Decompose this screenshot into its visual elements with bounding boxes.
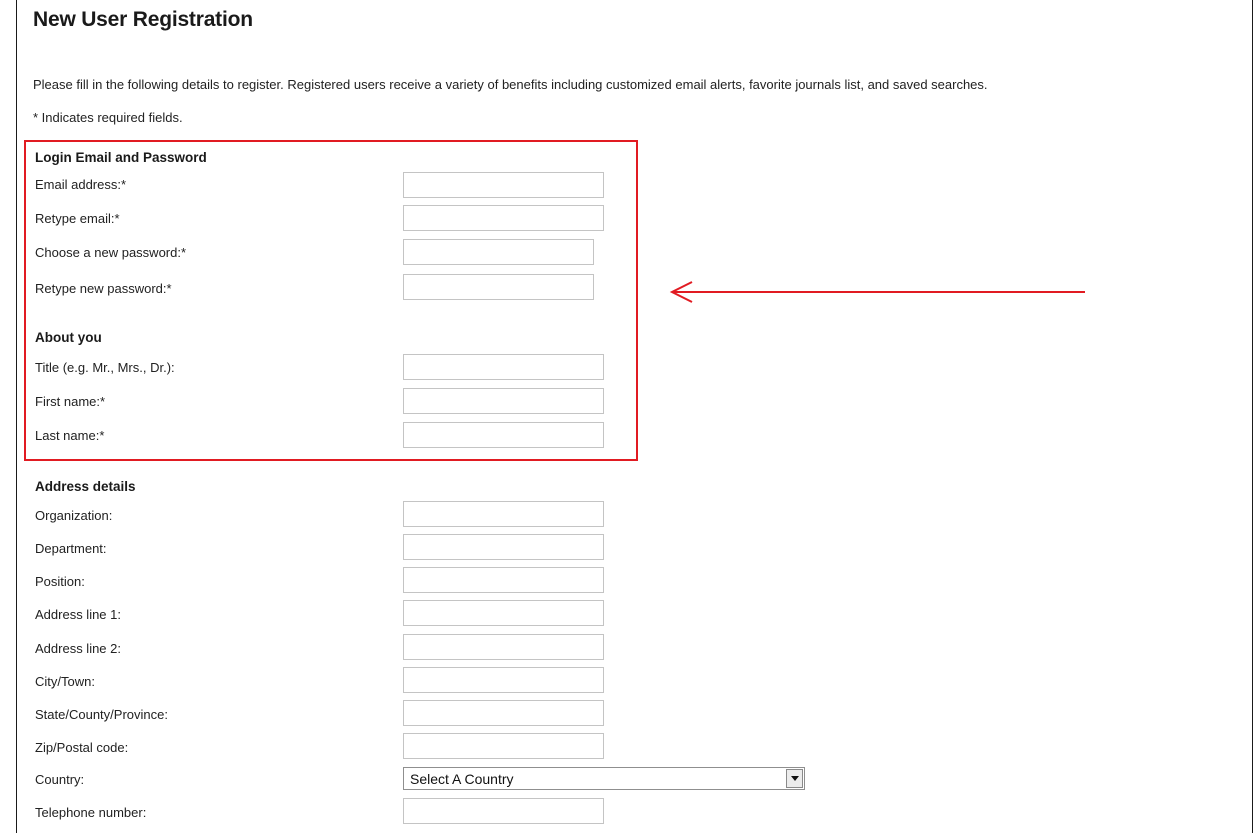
address-line-2-field[interactable] bbox=[403, 634, 604, 660]
zip-field[interactable] bbox=[403, 733, 604, 759]
zip-label: Zip/Postal code: bbox=[35, 740, 129, 755]
organization-field[interactable] bbox=[403, 501, 604, 527]
left-arrow-icon bbox=[669, 281, 1085, 303]
page-title: New User Registration bbox=[33, 8, 253, 31]
intro-text: Please fill in the following details to … bbox=[33, 77, 988, 92]
chevron-down-icon bbox=[790, 776, 799, 781]
state-field[interactable] bbox=[403, 700, 604, 726]
dropdown-button[interactable] bbox=[786, 769, 803, 788]
country-select[interactable]: Select A Country bbox=[403, 767, 805, 790]
state-label: State/County/Province: bbox=[35, 707, 168, 722]
country-selected-value: Select A Country bbox=[410, 771, 514, 787]
telephone-field[interactable] bbox=[403, 798, 604, 824]
position-label: Position: bbox=[35, 574, 85, 589]
country-label: Country: bbox=[35, 772, 85, 787]
organization-label: Organization: bbox=[35, 508, 113, 523]
department-label: Department: bbox=[35, 541, 107, 556]
address-line-1-field[interactable] bbox=[403, 600, 604, 626]
required-note: * Indicates required fields. bbox=[33, 110, 183, 125]
address-line-2-label: Address line 2: bbox=[35, 641, 121, 656]
city-label: City/Town: bbox=[35, 674, 95, 689]
city-field[interactable] bbox=[403, 667, 604, 693]
telephone-label: Telephone number: bbox=[35, 805, 147, 820]
position-field[interactable] bbox=[403, 567, 604, 593]
highlight-box bbox=[24, 140, 638, 461]
address-section-heading: Address details bbox=[35, 479, 136, 494]
department-field[interactable] bbox=[403, 534, 604, 560]
address-line-1-label: Address line 1: bbox=[35, 607, 121, 622]
